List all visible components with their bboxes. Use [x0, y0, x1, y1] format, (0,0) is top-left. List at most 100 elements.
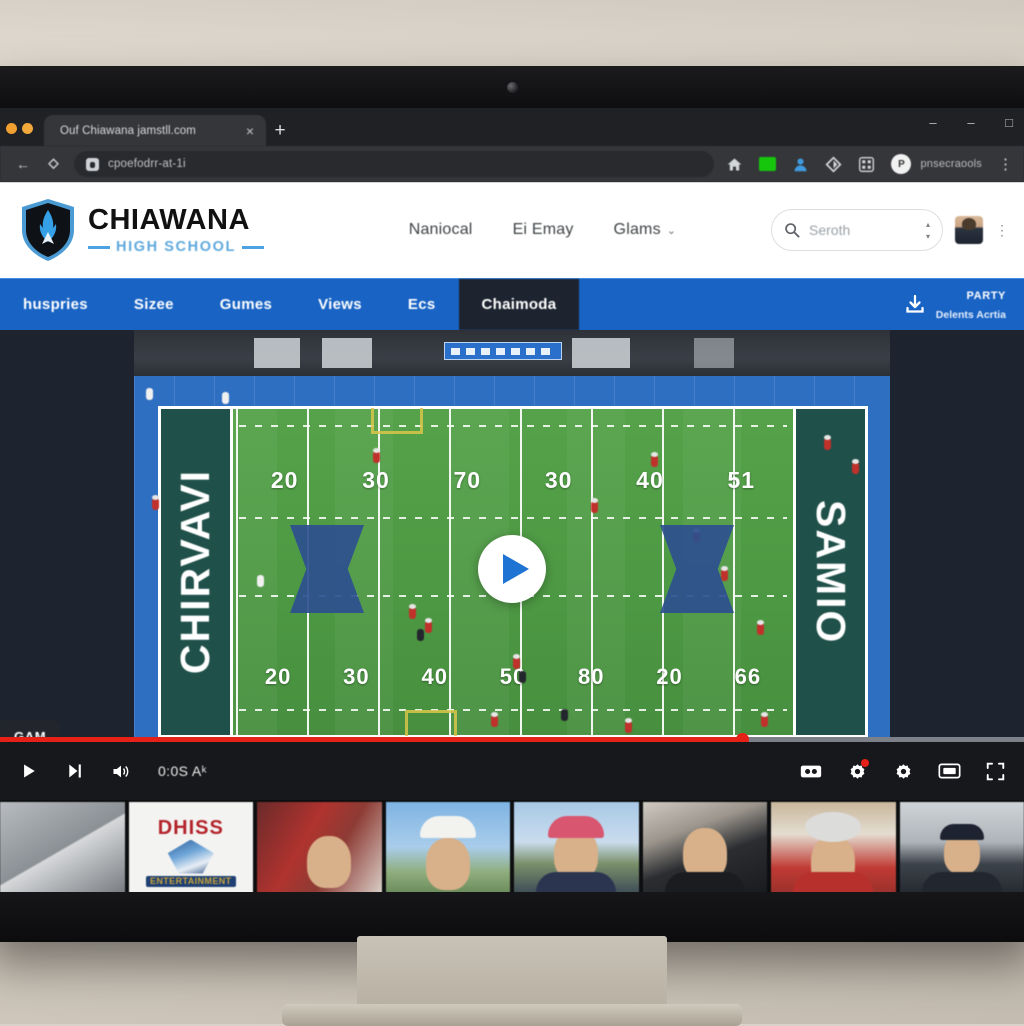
player-controls: 0:0S Aᵏ: [0, 742, 1024, 800]
thumb-vehicle[interactable]: [0, 802, 125, 892]
thumb-man-pink-cap[interactable]: [514, 802, 639, 892]
player: [417, 629, 424, 641]
yard-number: 30: [317, 664, 395, 690]
scoreboard: [444, 342, 562, 360]
download-cta-button[interactable]: PARTY Delents Acrtia: [898, 279, 1024, 330]
computer-monitor: Ouf Chiawana jamstll.com × + – – □ ←: [0, 66, 1024, 942]
browser-menu-icon[interactable]: ⋮: [998, 155, 1012, 173]
extension-icon[interactable]: [759, 157, 776, 171]
face: [307, 836, 351, 888]
player: [651, 455, 658, 467]
nav-item-ei-emay[interactable]: Ei Emay: [513, 221, 574, 239]
thumb-man-cap-outdoors[interactable]: [900, 802, 1024, 892]
window-dot-1[interactable]: [6, 123, 17, 134]
next-track-button[interactable]: [62, 758, 88, 784]
player: [625, 721, 632, 733]
bluenav-item-chaimoda[interactable]: Chaimoda: [459, 279, 580, 330]
nav-item-naniocal[interactable]: Naniocal: [409, 221, 473, 239]
bluenav-item-views[interactable]: Views: [295, 279, 385, 330]
window-dot-2[interactable]: [22, 123, 33, 134]
play-pause-button[interactable]: [16, 758, 42, 784]
close-icon[interactable]: ×: [240, 123, 260, 139]
sideline-player: [824, 438, 831, 450]
nav-label: Glams: [614, 221, 661, 239]
monitor-top-bezel: [0, 66, 1024, 108]
reload-icon[interactable]: [38, 151, 68, 177]
hash-marks-bottom: [239, 709, 787, 711]
player: [425, 621, 432, 633]
player: [721, 569, 728, 581]
captions-icon: [800, 763, 822, 780]
yard-number: 30: [330, 467, 421, 494]
account-icon[interactable]: [792, 156, 809, 173]
browser-window: Ouf Chiawana jamstll.com × + – – □ ←: [0, 108, 1024, 892]
yard-number: 20: [239, 467, 330, 494]
yard-number: 20: [630, 664, 708, 690]
back-icon[interactable]: ←: [8, 151, 38, 177]
nav-item-glams[interactable]: Glams ⌄: [614, 221, 677, 239]
bluenav-item-huspries[interactable]: huspries: [0, 279, 111, 330]
thumb-man-dark-shirt[interactable]: [643, 802, 768, 892]
captions-button[interactable]: [798, 758, 824, 784]
toolbar-icon-group: P pnsecraools ⋮: [714, 154, 1016, 174]
eagle-mascot-icon: [168, 840, 214, 874]
download-icon: [904, 294, 926, 316]
fullscreen-button[interactable]: [982, 758, 1008, 784]
grey-wig: [805, 812, 861, 842]
user-avatar[interactable]: [955, 216, 983, 244]
chevron-down-icon: ⌄: [667, 224, 676, 237]
torso: [793, 872, 873, 892]
webcam-icon: [507, 82, 518, 93]
monitor-stand-base: [282, 1004, 742, 1026]
stepper-up-icon[interactable]: ▴: [926, 220, 930, 229]
volume-button[interactable]: [108, 758, 134, 784]
search-input[interactable]: Seroth ▴ ▾: [771, 209, 943, 251]
hash-marks-top: [239, 425, 787, 427]
bluenav-item-gumes[interactable]: Gumes: [197, 279, 295, 330]
profile-button[interactable]: P pnsecraools: [891, 154, 982, 174]
bluenav-item-ecs[interactable]: Ecs: [385, 279, 459, 330]
apps-grid-icon[interactable]: [858, 156, 875, 173]
thumb-helmet-player[interactable]: [386, 802, 511, 892]
browser-tab-strip: Ouf Chiawana jamstll.com × + – – □: [0, 108, 1024, 146]
browser-tab[interactable]: Ouf Chiawana jamstll.com ×: [44, 115, 266, 146]
shield-icon[interactable]: [825, 156, 842, 173]
tab-title: Ouf Chiawana jamstll.com: [60, 125, 240, 137]
monitor-screen: Ouf Chiawana jamstll.com × + – – □ ←: [0, 108, 1024, 892]
new-tab-button[interactable]: +: [266, 115, 294, 146]
search-stepper[interactable]: ▴ ▾: [926, 220, 930, 241]
stepper-down-icon[interactable]: ▾: [926, 232, 930, 241]
miniplayer-button[interactable]: [936, 758, 962, 784]
logo-subtitle-row: HIGH SCHOOL: [88, 240, 264, 255]
thumb-dhiss-logo[interactable]: DHISS ENTERTAINMENT: [129, 802, 254, 892]
settings-button[interactable]: [890, 758, 916, 784]
lock-icon: [86, 158, 99, 171]
video-player[interactable]: CHIRVAVI SAMIO 20: [0, 330, 1024, 800]
logo-title: CHIAWANA: [88, 206, 264, 235]
yard-number: 51: [696, 467, 787, 494]
sideline-player: [852, 462, 859, 474]
torso: [922, 872, 1002, 892]
play-button[interactable]: [478, 535, 546, 603]
miniplayer-icon: [938, 762, 961, 780]
site-logo[interactable]: CHIAWANA HIGH SCHOOL: [16, 198, 264, 262]
yard-number: 20: [239, 664, 317, 690]
address-bar[interactable]: cpoefodrr-at-1i: [74, 151, 714, 177]
player: [561, 709, 568, 721]
home-icon[interactable]: [726, 156, 743, 173]
thumb-man-grey-wig[interactable]: [771, 802, 896, 892]
restore-icon[interactable]: –: [962, 115, 980, 130]
avatar: P: [891, 154, 911, 174]
header-menu-icon[interactable]: ⋮: [995, 222, 1008, 239]
bluenav-item-sizee[interactable]: Sizee: [111, 279, 197, 330]
minimize-icon[interactable]: –: [924, 115, 942, 130]
player: [491, 715, 498, 727]
stadium-stands: [134, 330, 890, 382]
thumb-boy-red-bear[interactable]: [257, 802, 382, 892]
player: [513, 657, 520, 669]
nav-label: Ei Emay: [513, 221, 574, 239]
maximize-icon[interactable]: □: [1000, 115, 1018, 130]
search-placeholder: Seroth: [809, 222, 917, 238]
sideline-player: [222, 392, 229, 404]
settings-alert-button[interactable]: [844, 758, 870, 784]
